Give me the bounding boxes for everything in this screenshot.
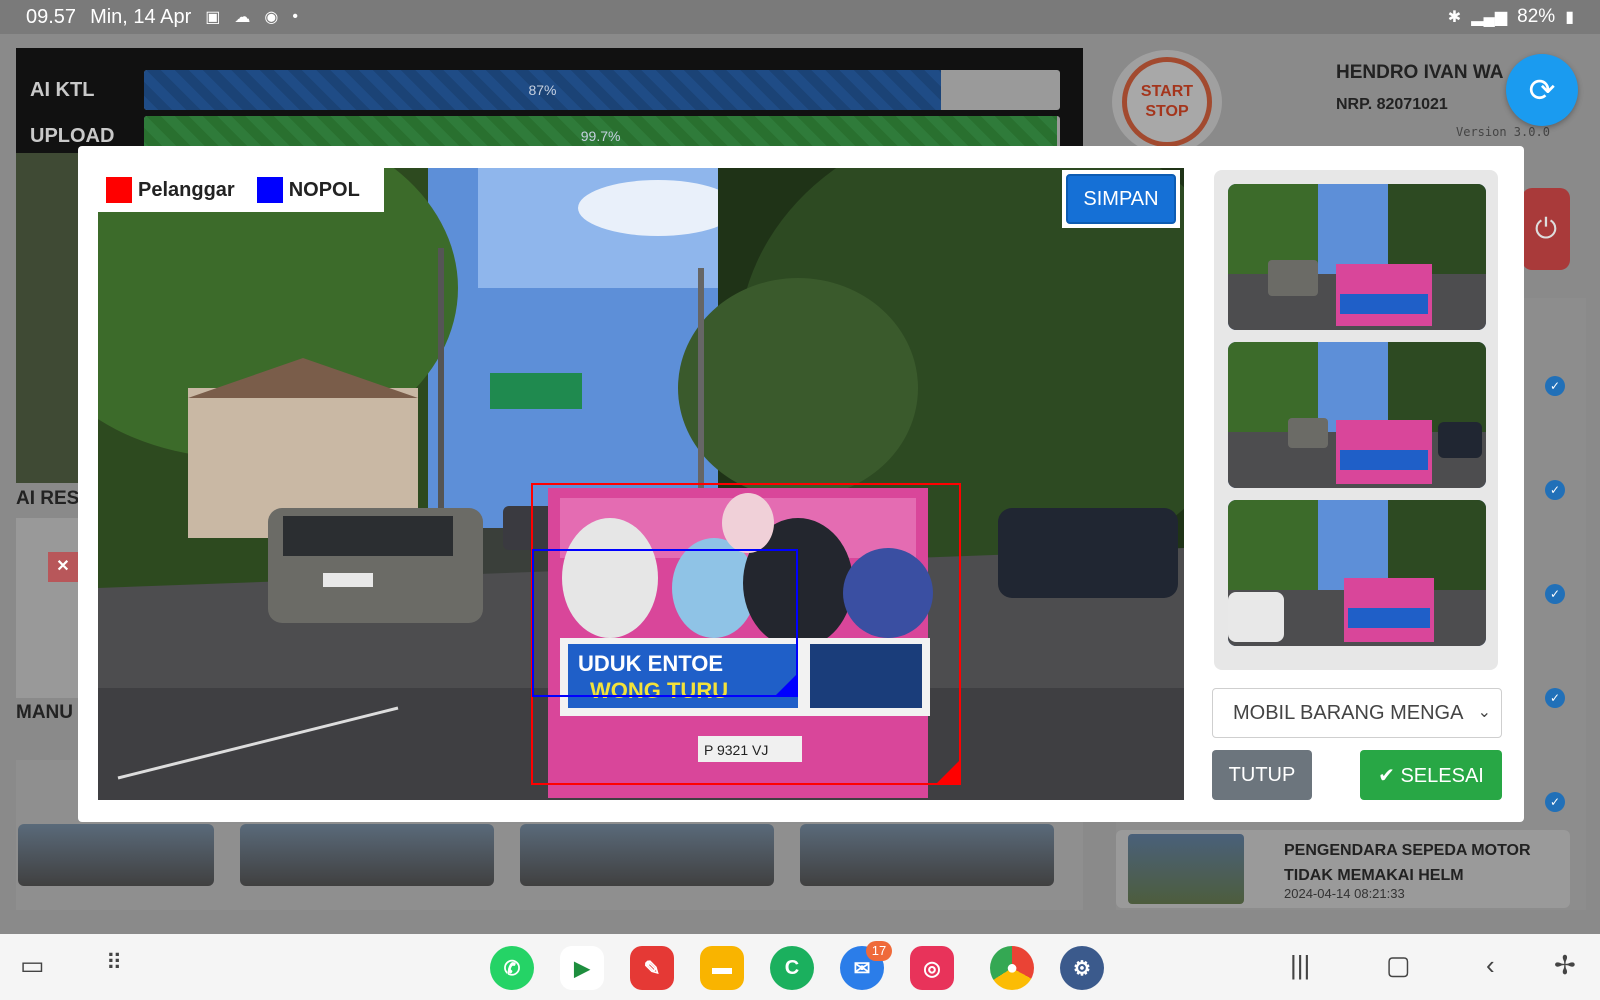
camera-icon[interactable]: ◎ — [910, 946, 954, 990]
cloud-icon: ☁ — [234, 9, 251, 26]
bluetooth-icon: ✱ — [1447, 9, 1462, 26]
violation-thumbnail — [1128, 834, 1244, 904]
violation-type-select[interactable]: MOBIL BARANG MENGA ⌄ — [1212, 688, 1502, 738]
signal-icon: ▂▄▆ — [1471, 9, 1508, 26]
manual-thumb[interactable] — [18, 824, 214, 886]
files-icon[interactable]: ▬ — [700, 946, 744, 990]
refresh-icon: ⟳ — [1528, 72, 1556, 108]
frame-thumbnail[interactable] — [1228, 500, 1486, 646]
license-plate-text: P 9321 VJ — [704, 742, 768, 758]
refresh-button[interactable]: ⟳ — [1506, 54, 1578, 126]
progress-label: UPLOAD — [30, 124, 115, 147]
check-icon: ✓ — [1545, 376, 1565, 396]
app-drawer-icon[interactable]: ⠿ — [106, 950, 122, 976]
frame-thumbnail[interactable] — [1228, 342, 1486, 488]
truck-sign-line1: UDUK ENTOE — [578, 651, 723, 676]
frame-thumbnail-image — [1228, 500, 1486, 646]
settings-icon[interactable]: ⚙ — [1060, 946, 1104, 990]
battery-level: 82% — [1517, 6, 1556, 27]
app-version: Version 3.0.0 — [1456, 125, 1550, 139]
check-icon: ✓ — [1545, 688, 1565, 708]
progress-fill: 87% — [144, 70, 941, 110]
manual-thumb[interactable] — [520, 824, 774, 886]
close-button[interactable]: TUTUP — [1212, 750, 1312, 800]
violation-type-value: MOBIL BARANG MENGA — [1233, 702, 1464, 724]
power-button[interactable]: ⏻ — [1522, 188, 1570, 270]
stop-label: STOP — [1145, 103, 1189, 120]
finish-button[interactable]: ✔ SELESAI — [1360, 750, 1502, 800]
legend-label-plate: NOPOL — [288, 178, 360, 201]
gallery-icon: ▣ — [205, 9, 221, 26]
messages-badge: 17 — [866, 941, 892, 961]
main-capture-image[interactable]: UDUK ENTOE WONG TURU P 9321 VJ — [98, 168, 1184, 800]
whatsapp-icon[interactable]: ✆ — [490, 946, 534, 990]
dot-icon: • — [292, 8, 298, 25]
box-legend: Pelanggar NOPOL — [98, 168, 384, 212]
camera-preview — [16, 153, 78, 483]
manual-thumb[interactable] — [240, 824, 494, 886]
legend-swatch-red — [106, 177, 132, 203]
frame-thumbnail-image — [1228, 184, 1486, 330]
progress-value: 99.7% — [580, 128, 621, 144]
chevron-down-icon: ⌄ — [1477, 704, 1491, 721]
home-button-icon[interactable]: ▢ — [1386, 950, 1411, 981]
check-icon: ✓ — [1545, 480, 1565, 500]
status-date: Min, 14 Apr — [90, 5, 192, 28]
user-name: HENDRO IVAN WA — [1336, 62, 1504, 83]
checkmark-icon: ✔ — [1378, 764, 1395, 787]
finish-label: SELESAI — [1400, 764, 1484, 787]
status-time: 09.57 — [26, 5, 77, 28]
phone-icon[interactable]: C — [770, 946, 814, 990]
notes-icon[interactable]: ✎ — [630, 946, 674, 990]
power-icon: ⏻ — [1534, 212, 1558, 244]
recent-screen-icon[interactable]: ▭ — [20, 950, 45, 981]
sync-icon: ◉ — [264, 9, 279, 26]
progress-track: 87% — [144, 70, 1060, 110]
battery-icon: ▮ — [1565, 9, 1574, 26]
manual-thumb[interactable] — [800, 824, 1054, 886]
save-button-wrapper: SIMPAN — [1062, 170, 1180, 228]
accessibility-icon[interactable]: ✢ — [1554, 950, 1576, 981]
start-stop-button[interactable]: START STOP — [1112, 50, 1222, 154]
violation-time: 2024-04-14 08:21:33 — [1284, 886, 1405, 901]
check-icon: ✓ — [1545, 584, 1565, 604]
manual-label: MANU — [16, 702, 73, 723]
check-icon: ✓ — [1545, 792, 1565, 812]
close-icon[interactable]: ✕ — [48, 552, 78, 582]
meet-icon[interactable]: ▶ — [560, 946, 604, 990]
frame-thumbnail-image — [1228, 342, 1486, 488]
violation-title: PENGENDARA SEPEDA MOTOR TIDAK MEMAKAI HE… — [1284, 842, 1531, 884]
progress-label: AI KTL — [30, 78, 95, 101]
progress-value: 87% — [528, 82, 557, 98]
start-label: START — [1140, 83, 1194, 100]
back-button-icon[interactable]: ‹ — [1486, 950, 1495, 981]
legend-swatch-blue — [256, 177, 283, 203]
recents-button-icon[interactable]: ||| — [1290, 950, 1310, 981]
status-bar: 09.57 Min, 14 Apr ▣ ☁ ◉ • ✱ ▂▄▆ 82% ▮ — [0, 0, 1600, 34]
ai-result-label: AI RES — [16, 488, 80, 509]
save-button[interactable]: SIMPAN — [1066, 174, 1176, 224]
street-scene: UDUK ENTOE WONG TURU P 9321 VJ — [98, 168, 1184, 800]
user-nrp: NRP. 82071021 — [1336, 96, 1448, 113]
progress-panel: AI KTL 87% UPLOAD 99.7% — [16, 48, 1083, 156]
chrome-icon[interactable]: ● — [990, 946, 1034, 990]
legend-label-violator: Pelanggar — [138, 178, 235, 201]
truck-sign-line2: WONG TURU — [590, 678, 728, 703]
violation-card[interactable]: PENGENDARA SEPEDA MOTOR TIDAK MEMAKAI HE… — [1116, 830, 1570, 908]
frame-thumbnail[interactable] — [1228, 184, 1486, 330]
progress-row-ai-ktl: AI KTL 87% — [16, 68, 1083, 112]
ai-result-card — [16, 518, 78, 698]
